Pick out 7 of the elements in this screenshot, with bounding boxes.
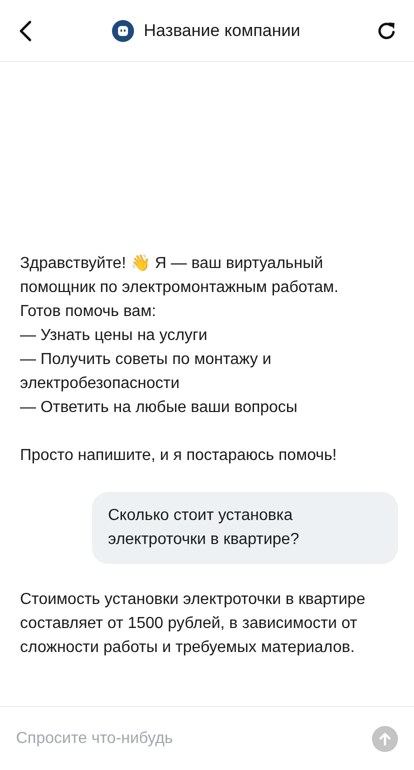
chat-title: Название компании: [144, 20, 300, 40]
bot-avatar-icon: [112, 20, 134, 42]
arrow-up-icon: [378, 732, 392, 746]
user-message-bubble: Сколько стоит установка электроточки в квартире?: [92, 492, 398, 564]
message-input[interactable]: Спросите что-нибудь: [16, 726, 362, 752]
bot-message: Стоимость установки электроточки в квартире составляет от 1500 рублей, в зависимости от сложности работы и требуемых материалов.: [20, 590, 366, 658]
bot-message: Здравствуйте! 👋 Я — ваш виртуальный помощник по электромонтажным работам. Готов помочь вам: — Узнать цены на услуги — Получить советы по монтажу и электробезопасности — Ответить на любые ваши вопросы Просто напишите, и я постараюсь помочь!: [20, 253, 340, 466]
